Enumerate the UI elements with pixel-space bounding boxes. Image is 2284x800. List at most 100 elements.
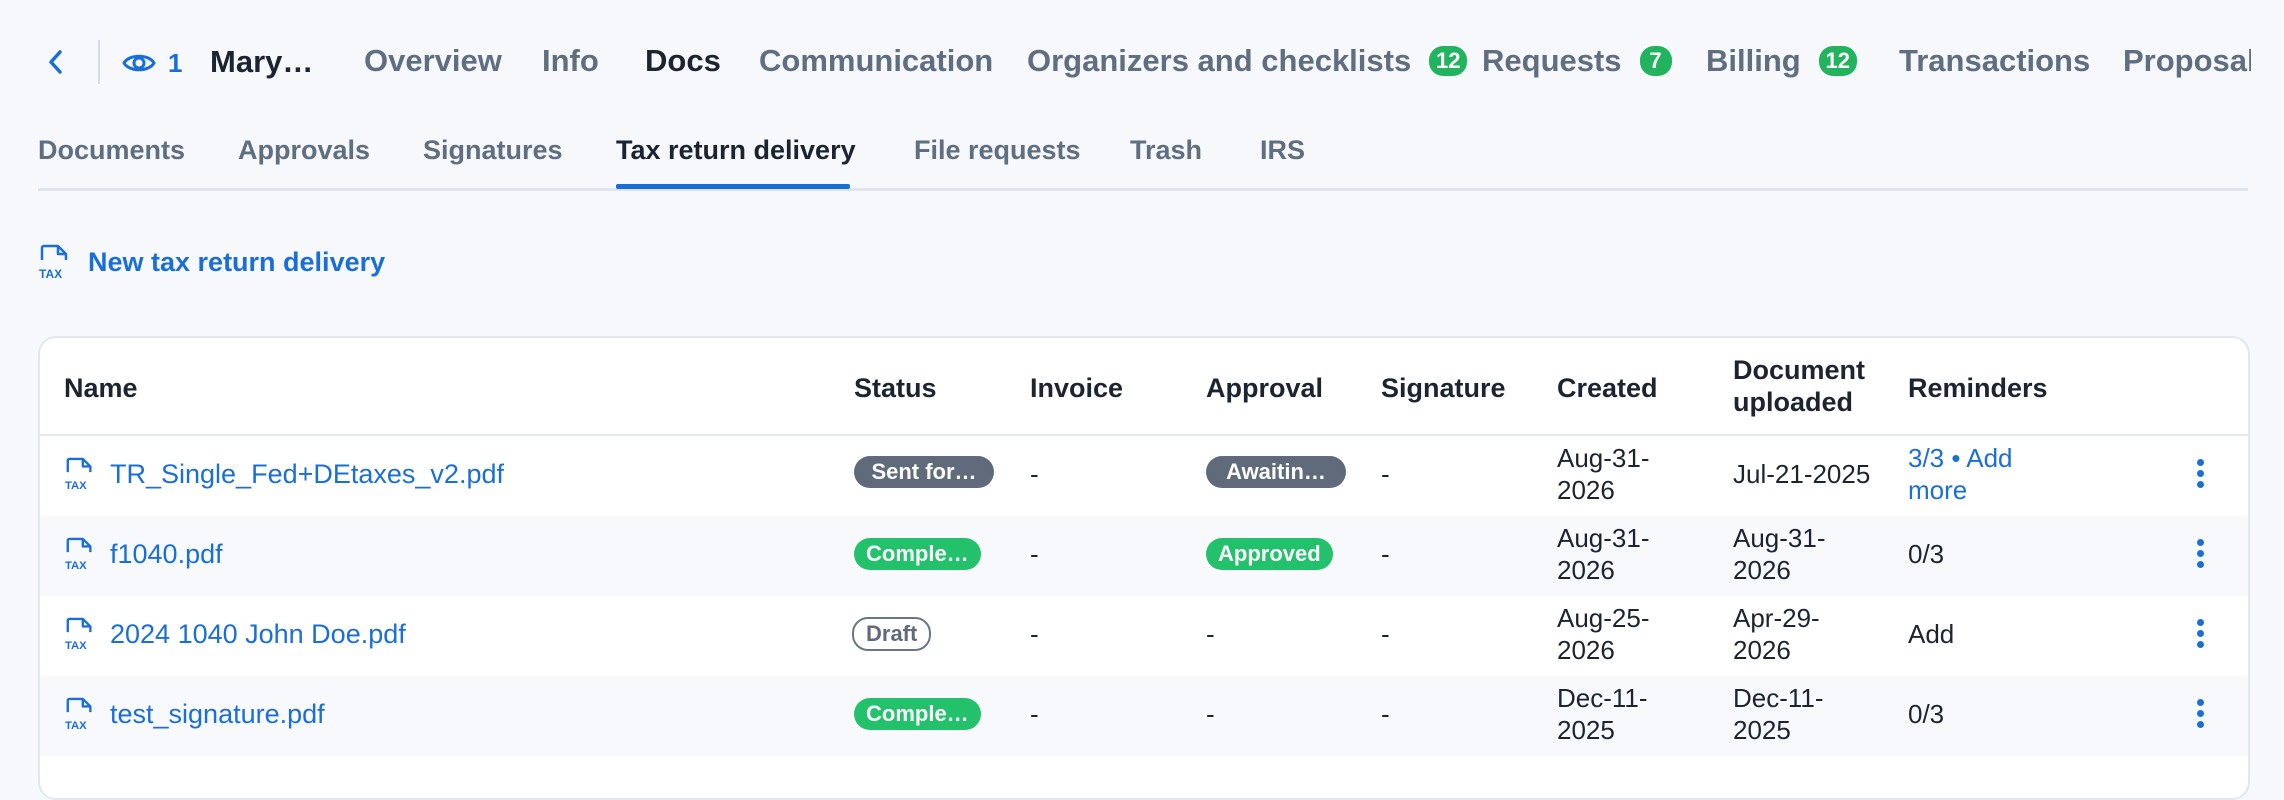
- tab-label: Organizers and checklists: [1027, 43, 1412, 78]
- file-link[interactable]: TAX test_signature.pdf: [64, 696, 325, 732]
- uploaded-date-line: Aug-31-: [1733, 523, 1826, 553]
- tab-label: Communication: [759, 43, 994, 78]
- signature-cell: -: [1381, 619, 1390, 649]
- tax-file-icon: TAX: [65, 537, 92, 572]
- created-date-line: 2026: [1557, 635, 1615, 665]
- more-vertical-icon[interactable]: [2190, 696, 2210, 736]
- tab-label: Requests: [1482, 43, 1622, 78]
- table-row: TAX f1040.pdf Comple… - Approved - Aug-3…: [40, 516, 2248, 596]
- tab-billing[interactable]: Billing 12: [1706, 43, 1857, 79]
- subtab-approvals[interactable]: Approvals: [238, 135, 370, 166]
- created-date-line: 2026: [1557, 475, 1615, 505]
- viewers-indicator[interactable]: 1: [122, 45, 182, 81]
- column-header-document-uploaded[interactable]: Document uploaded: [1733, 354, 1865, 418]
- signature-cell: -: [1381, 539, 1390, 569]
- created-date-line: 2026: [1557, 555, 1615, 585]
- file-link[interactable]: TAX TR_Single_Fed+DEtaxes_v2.pdf: [64, 456, 504, 492]
- subtab-irs[interactable]: IRS: [1260, 135, 1305, 166]
- svg-text:TAX: TAX: [39, 267, 62, 280]
- created-date-line: Aug-31-: [1557, 523, 1650, 553]
- new-tax-return-delivery-label: New tax return delivery: [88, 246, 386, 277]
- invoice-cell: -: [1030, 619, 1039, 649]
- subtab-file-requests[interactable]: File requests: [914, 135, 1081, 166]
- subtab-trash[interactable]: Trash: [1130, 135, 1202, 166]
- reminders-cell[interactable]: Add: [1908, 618, 1954, 650]
- uploaded-date-line: Dec-11-: [1733, 683, 1824, 713]
- tab-label: Proposals: [2123, 43, 2251, 78]
- reminders-cell: 0/3: [1908, 699, 1945, 729]
- tab-label: Transactions: [1899, 43, 2091, 78]
- top-navigation: 1 Mary… Overview Info Docs Communication…: [0, 0, 2284, 124]
- file-name: test_signature.pdf: [110, 699, 325, 729]
- created-date-line: Aug-25-: [1557, 603, 1650, 633]
- approval-cell: Approved: [1206, 536, 1333, 570]
- uploaded-date-line: 2026: [1733, 555, 1791, 585]
- status-cell: Sent for…: [854, 456, 994, 495]
- status-cell: Comple…: [854, 536, 981, 570]
- approval-badge[interactable]: Awaitin…: [1206, 456, 1346, 488]
- column-header-status[interactable]: Status: [854, 372, 937, 404]
- file-name: TR_Single_Fed+DEtaxes_v2.pdf: [110, 459, 504, 489]
- tax-file-icon: TAX: [39, 244, 68, 280]
- approval-cell: -: [1206, 699, 1215, 729]
- column-header-approval[interactable]: Approval: [1206, 372, 1323, 404]
- status-badge[interactable]: Comple…: [854, 698, 981, 730]
- column-header-name[interactable]: Name: [64, 372, 138, 404]
- tab-overview[interactable]: Overview: [364, 43, 502, 79]
- reminders-line: 3/3 • Add: [1908, 443, 2013, 473]
- chevron-left-icon: [49, 50, 62, 74]
- count-badge: 12: [1429, 46, 1468, 76]
- reminders-link[interactable]: 3/3 • Add more: [1908, 442, 2013, 506]
- column-header-invoice[interactable]: Invoice: [1030, 372, 1123, 404]
- tab-info[interactable]: Info: [542, 43, 599, 79]
- status-badge[interactable]: Sent for…: [854, 456, 994, 488]
- file-name: 2024 1040 John Doe.pdf: [110, 619, 406, 649]
- svg-text:TAX: TAX: [65, 480, 87, 492]
- more-vertical-icon[interactable]: [2190, 536, 2210, 576]
- tab-docs[interactable]: Docs: [645, 43, 721, 79]
- count-badge: 12: [1818, 46, 1857, 76]
- back-button[interactable]: [40, 42, 74, 82]
- signature-cell: -: [1381, 459, 1390, 489]
- status-badge[interactable]: Comple…: [854, 538, 981, 570]
- uploaded-date-line: 2026: [1733, 635, 1791, 665]
- file-link[interactable]: TAX 2024 1040 John Doe.pdf: [64, 616, 406, 652]
- tax-file-icon: TAX: [65, 617, 92, 652]
- new-tax-return-delivery-button[interactable]: TAX New tax return delivery: [38, 244, 385, 280]
- viewer-count: 1: [168, 47, 183, 78]
- uploaded-date-line: 2025: [1733, 715, 1791, 745]
- column-header-line: uploaded: [1733, 387, 1853, 417]
- invoice-cell: -: [1030, 539, 1039, 569]
- uploaded-cell: Jul-21-2025: [1733, 459, 1871, 489]
- uploaded-cell: Dec-11- 2025: [1733, 682, 1824, 746]
- svg-text:TAX: TAX: [65, 560, 87, 572]
- reminders-line: more: [1908, 475, 1968, 505]
- column-header-signature[interactable]: Signature: [1381, 372, 1506, 404]
- tab-label: Billing: [1706, 43, 1801, 78]
- file-link[interactable]: TAX f1040.pdf: [64, 536, 223, 572]
- client-name[interactable]: Mary…: [210, 44, 313, 80]
- tab-proposals[interactable]: Proposals: [2123, 43, 2251, 79]
- uploaded-cell: Apr-29- 2026: [1733, 602, 1820, 666]
- tab-communication[interactable]: Communication: [759, 43, 993, 79]
- tab-transactions[interactable]: Transactions: [1899, 43, 2090, 79]
- approval-badge[interactable]: Approved: [1206, 538, 1333, 570]
- created-cell: Aug-31- 2026: [1557, 442, 1650, 506]
- created-date-line: Dec-11-: [1557, 683, 1648, 713]
- column-header-reminders[interactable]: Reminders: [1908, 372, 2048, 404]
- status-badge[interactable]: Draft: [852, 617, 932, 651]
- subtab-tax-return-delivery[interactable]: Tax return delivery: [616, 135, 856, 166]
- tab-requests[interactable]: Requests 7: [1482, 43, 1672, 79]
- created-cell: Dec-11- 2025: [1557, 682, 1648, 746]
- more-vertical-icon[interactable]: [2190, 616, 2210, 656]
- uploaded-cell: Aug-31- 2026: [1733, 522, 1826, 586]
- active-subtab-indicator: [616, 184, 850, 189]
- subtab-signatures[interactable]: Signatures: [423, 135, 563, 166]
- approval-cell: -: [1206, 619, 1215, 649]
- tab-organizers-and-checklists[interactable]: Organizers and checklists 12: [1027, 43, 1468, 79]
- subtab-documents[interactable]: Documents: [38, 135, 185, 166]
- eye-icon: [122, 54, 156, 72]
- column-header-created[interactable]: Created: [1557, 372, 1658, 404]
- subtabs-divider: [38, 188, 2248, 191]
- more-vertical-icon[interactable]: [2190, 456, 2210, 496]
